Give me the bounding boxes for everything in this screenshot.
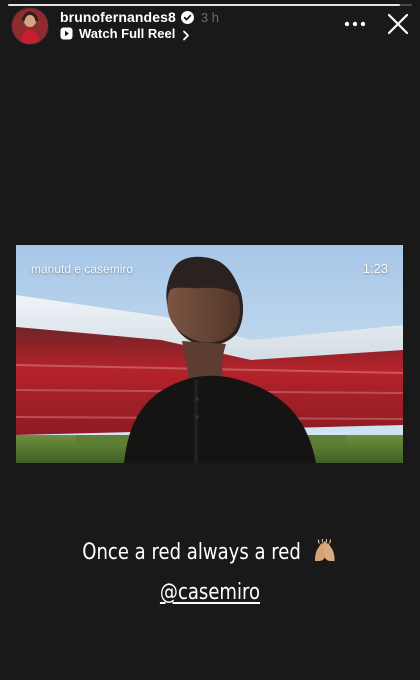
caption-line-2: @casemiro [38, 573, 382, 613]
reel-duration-text: 1:23 [362, 261, 388, 276]
watch-full-reel-label[interactable]: Watch Full Reel [79, 26, 175, 41]
avatar[interactable] [12, 8, 48, 44]
username-text[interactable]: brunofernandes8 [60, 9, 176, 25]
story-progress-bar [8, 4, 412, 6]
caption-line-1: Once a red always a red [38, 533, 382, 573]
close-icon [387, 13, 409, 35]
story-progress-fill [8, 4, 400, 6]
reel-preview-card[interactable]: manutd e casemiro 1:23 [16, 245, 403, 463]
chevron-right-icon [182, 28, 190, 40]
reel-handle-text: manutd e casemiro [31, 262, 134, 276]
mention-casemiro-link[interactable]: @casemiro [160, 580, 260, 605]
reel-thumbnail [16, 245, 403, 463]
caption-text: Once a red always a red [82, 540, 301, 565]
story-caption: Once a red always a red @casemiro [38, 533, 382, 613]
more-horizontal-icon [344, 21, 366, 27]
raised-hands-emoji-icon [311, 537, 337, 561]
reel-play-icon [60, 27, 73, 40]
watch-full-reel-link[interactable]: Watch Full Reel [60, 25, 190, 41]
verified-badge-icon [180, 10, 194, 24]
username-row[interactable]: brunofernandes8 3 h [60, 8, 219, 26]
post-age-text: 3 h [200, 9, 219, 25]
close-button[interactable] [380, 6, 416, 42]
more-options-button[interactable] [338, 10, 372, 38]
